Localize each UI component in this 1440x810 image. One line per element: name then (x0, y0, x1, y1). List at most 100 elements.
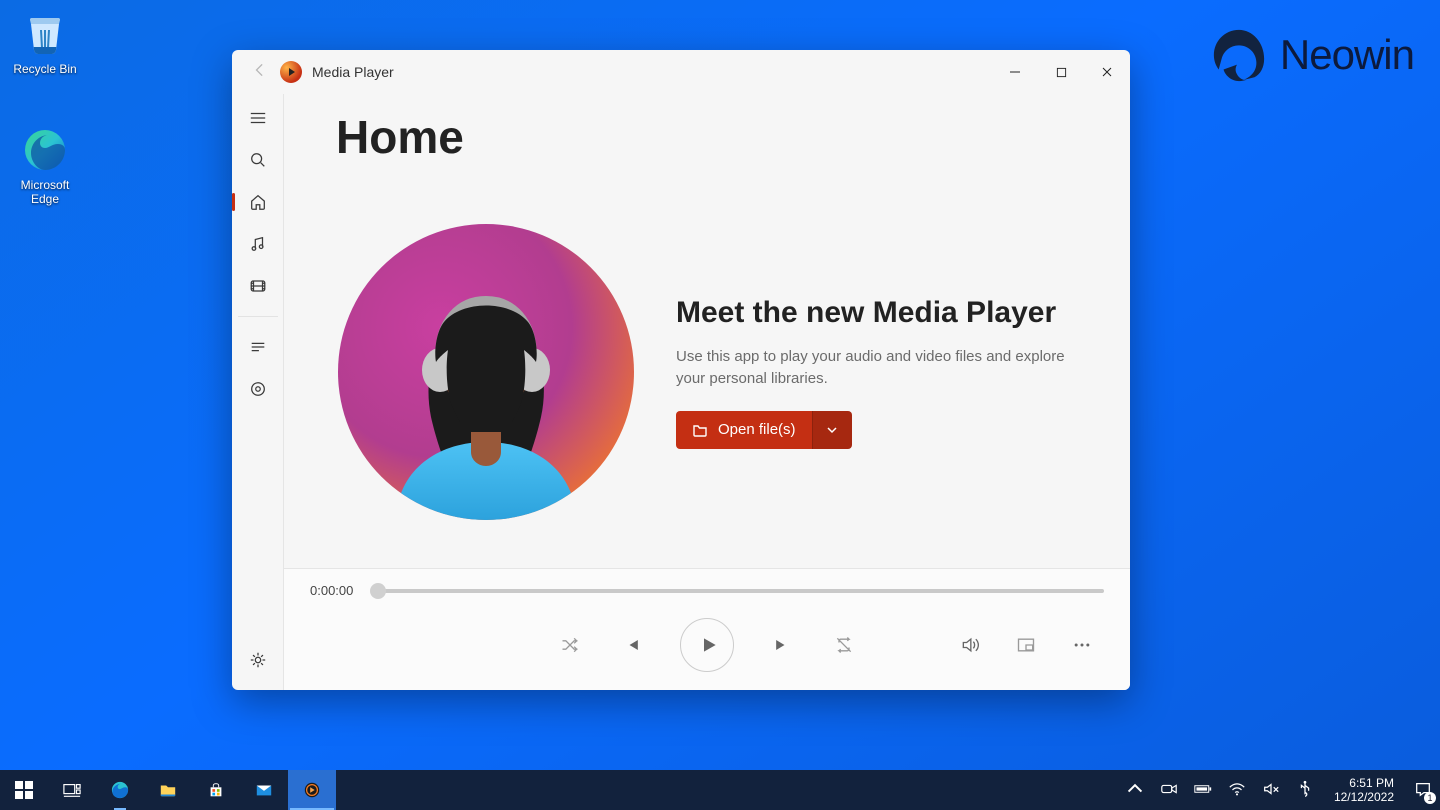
taskbar-mail[interactable] (240, 770, 288, 810)
sidebar-search[interactable] (236, 140, 280, 180)
open-files-button[interactable]: Open file(s) (676, 411, 812, 449)
sidebar-video[interactable] (236, 266, 280, 306)
mini-player-button[interactable] (1012, 631, 1040, 659)
recycle-bin-icon (21, 10, 69, 58)
battery-icon (1194, 780, 1212, 798)
desktop-icon-microsoft-edge[interactable]: Microsoft Edge (5, 126, 85, 206)
taskbar-file-explorer[interactable] (144, 770, 192, 810)
taskbar: 6:51 PM 12/12/2022 (0, 770, 1440, 810)
wifi-icon (1228, 780, 1246, 798)
system-tray: 6:51 PM 12/12/2022 (1118, 776, 1440, 805)
more-button[interactable] (1068, 631, 1096, 659)
open-files-split-button: Open file(s) (676, 411, 852, 449)
welcome-hero: Meet the new Media Player Use this app t… (336, 222, 1100, 522)
shuffle-button[interactable] (556, 631, 584, 659)
play-icon (699, 635, 719, 655)
gear-icon (249, 651, 267, 669)
sidebar-home[interactable] (236, 182, 280, 222)
elapsed-time: 0:00:00 (310, 583, 353, 598)
skip-next-icon (772, 635, 792, 655)
hero-body: Use this app to play your audio and vide… (676, 346, 1076, 391)
tray-volume[interactable] (1262, 780, 1280, 801)
edge-icon (21, 126, 69, 174)
folder-icon (159, 781, 177, 799)
seek-slider[interactable] (367, 588, 1104, 594)
sidebar-hamburger[interactable] (236, 98, 280, 138)
task-view-button[interactable] (48, 770, 96, 810)
mail-icon (255, 781, 273, 799)
tray-meet-now[interactable] (1160, 780, 1178, 801)
hero-illustration (336, 222, 636, 522)
hamburger-icon (249, 109, 267, 127)
watermark-text: Neowin (1280, 31, 1414, 79)
action-center-button[interactable] (1414, 780, 1432, 801)
volume-icon (960, 635, 980, 655)
home-icon (249, 193, 267, 211)
playlist-icon (249, 380, 267, 398)
tray-overflow[interactable] (1126, 780, 1144, 801)
window-minimize-button[interactable] (992, 52, 1038, 92)
app-title: Media Player (312, 64, 394, 80)
desktop-icon-label: Microsoft Edge (5, 178, 85, 206)
sidebar-separator (238, 316, 278, 317)
taskbar-clock[interactable]: 6:51 PM 12/12/2022 (1334, 776, 1394, 805)
titlebar[interactable]: Media Player (232, 50, 1130, 94)
arrow-left-icon (253, 63, 267, 77)
app-icon (280, 61, 302, 83)
sidebar-settings[interactable] (236, 640, 280, 680)
repeat-button[interactable] (830, 631, 858, 659)
media-player-window: Media Player Home (232, 50, 1130, 690)
skip-previous-icon (622, 635, 642, 655)
media-player-icon (303, 781, 321, 799)
windows-icon (15, 781, 33, 799)
music-note-icon (249, 235, 267, 253)
play-button[interactable] (680, 618, 734, 672)
sidebar-playlists[interactable] (236, 369, 280, 409)
desktop-icon-recycle-bin[interactable]: Recycle Bin (5, 10, 85, 76)
seek-track (377, 589, 1104, 593)
search-icon (249, 151, 267, 169)
mini-player-icon (1016, 635, 1036, 655)
taskbar-media-player[interactable] (288, 770, 336, 810)
sidebar (232, 94, 284, 690)
window-close-button[interactable] (1084, 52, 1130, 92)
tray-usb[interactable] (1296, 780, 1314, 801)
hero-heading: Meet the new Media Player (676, 296, 1076, 330)
store-icon (207, 781, 225, 799)
task-view-icon (63, 781, 81, 799)
previous-button[interactable] (618, 631, 646, 659)
chevron-down-icon (826, 424, 838, 436)
sidebar-music[interactable] (236, 224, 280, 264)
tray-battery[interactable] (1194, 780, 1212, 801)
volume-mute-icon (1262, 780, 1280, 798)
neowin-logo-icon (1210, 26, 1268, 84)
open-files-dropdown[interactable] (812, 411, 852, 449)
content-area: Home (284, 94, 1130, 690)
video-icon (249, 277, 267, 295)
usb-icon (1296, 780, 1314, 798)
sidebar-queue[interactable] (236, 327, 280, 367)
seek-thumb (370, 583, 386, 599)
notification-icon (1414, 780, 1432, 798)
taskbar-store[interactable] (192, 770, 240, 810)
clock-date: 12/12/2022 (1334, 790, 1394, 804)
tray-wifi[interactable] (1228, 780, 1246, 801)
start-button[interactable] (0, 770, 48, 810)
more-icon (1072, 635, 1092, 655)
page-title: Home (336, 110, 1100, 164)
taskbar-edge[interactable] (96, 770, 144, 810)
shuffle-icon (560, 635, 580, 655)
window-maximize-button[interactable] (1038, 52, 1084, 92)
watermark: Neowin (1210, 26, 1414, 84)
next-button[interactable] (768, 631, 796, 659)
edge-icon (111, 781, 129, 799)
back-button[interactable] (240, 63, 280, 82)
folder-open-icon (692, 422, 708, 438)
player-bar: 0:00:00 (284, 568, 1130, 690)
repeat-off-icon (834, 635, 854, 655)
queue-icon (249, 338, 267, 356)
chevron-up-icon (1126, 780, 1144, 798)
video-camera-icon (1160, 780, 1178, 798)
desktop-icon-label: Recycle Bin (5, 62, 85, 76)
volume-button[interactable] (956, 631, 984, 659)
